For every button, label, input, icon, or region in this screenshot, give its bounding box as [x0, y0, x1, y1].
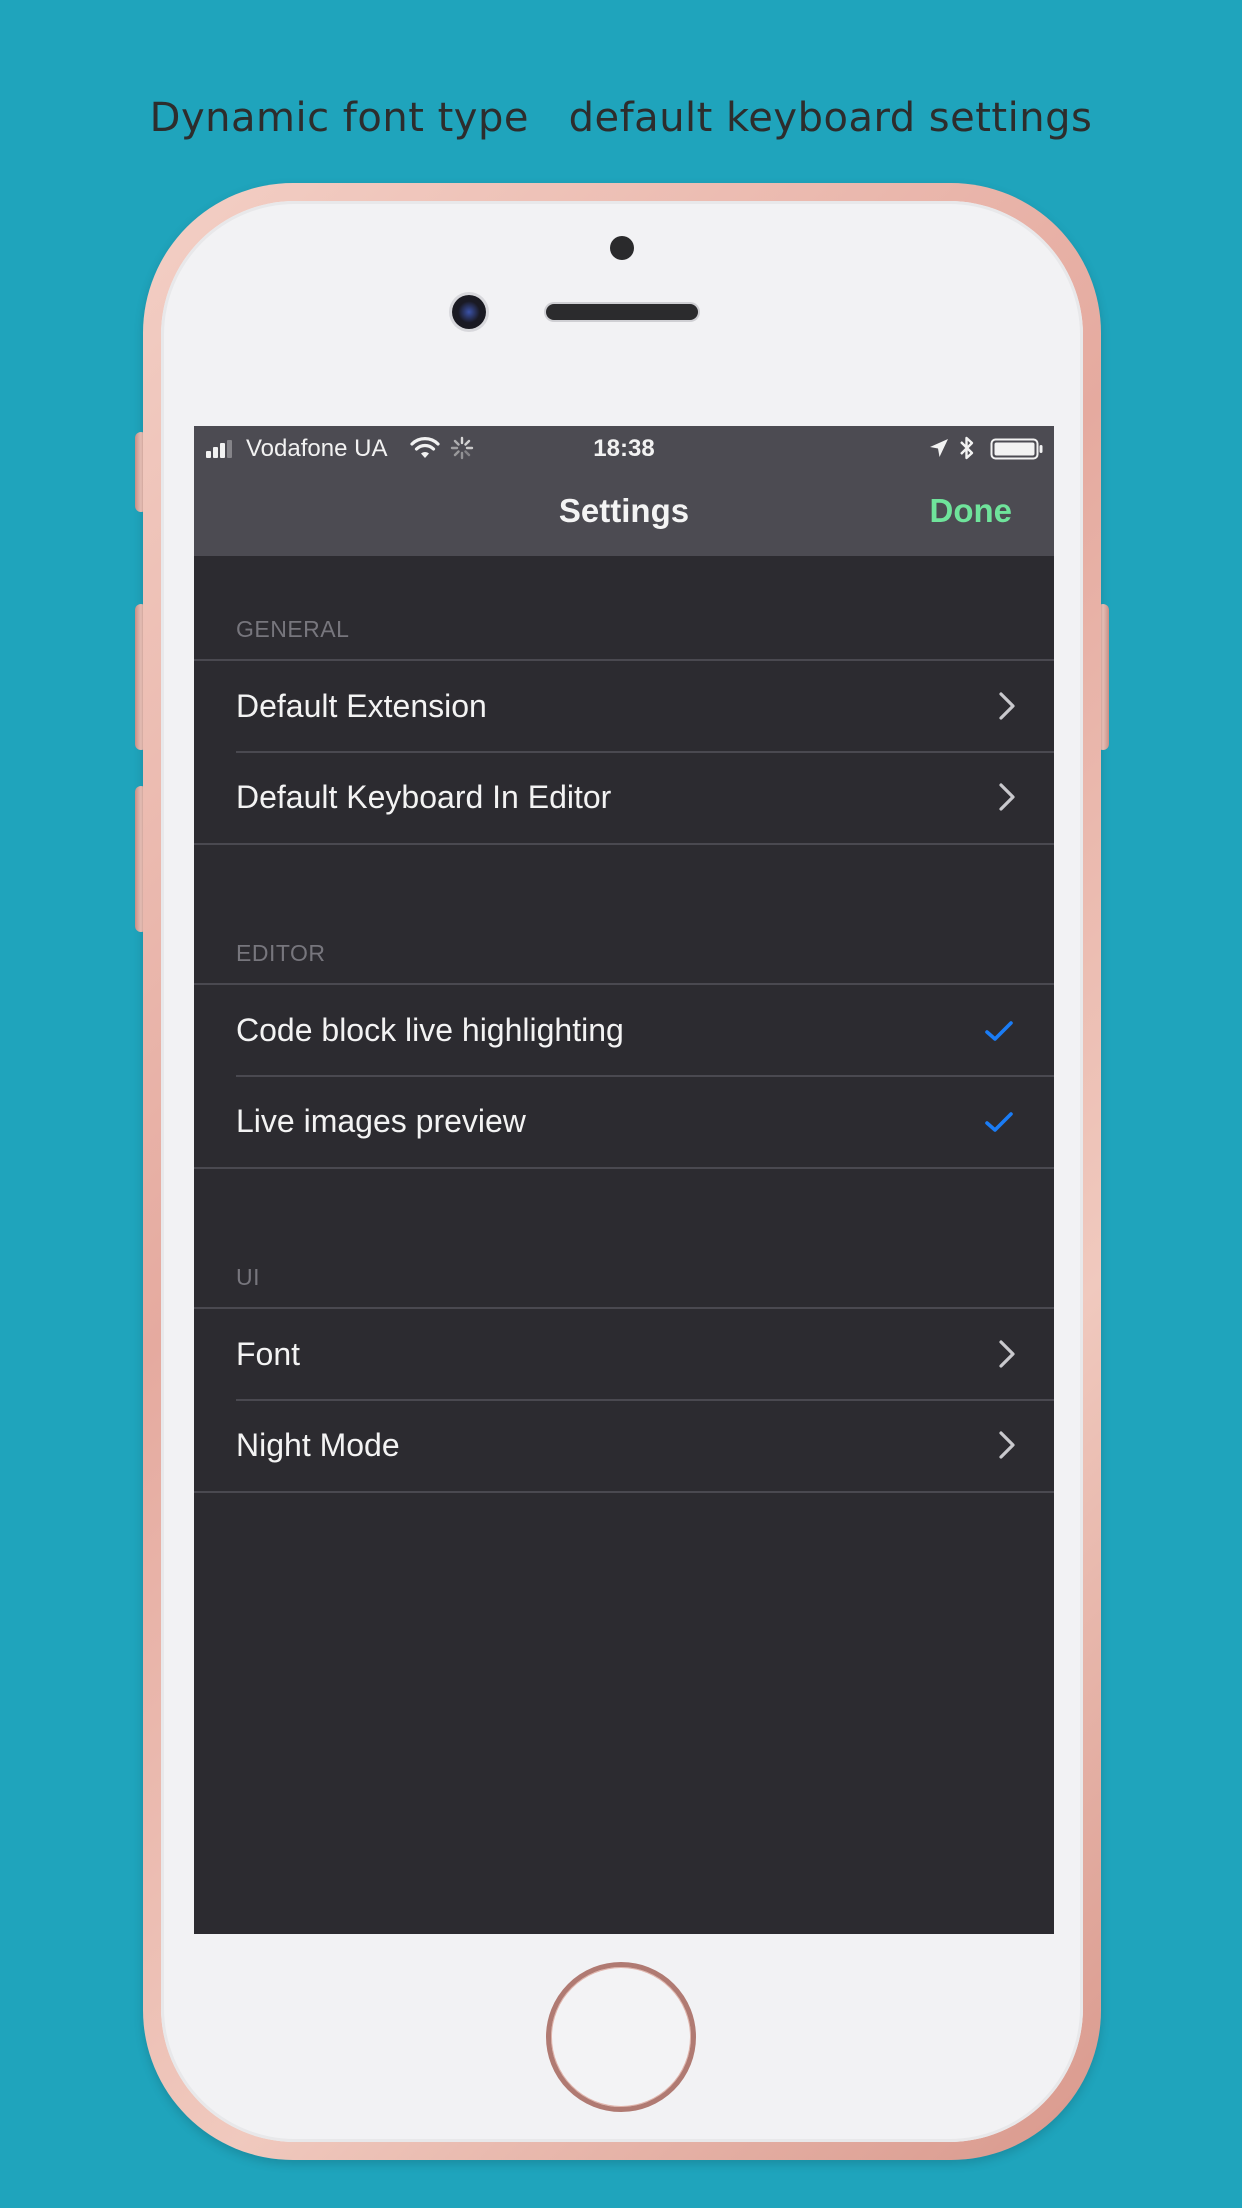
- setting-night-mode[interactable]: Night Mode: [194, 1399, 1054, 1491]
- setting-default-extension[interactable]: Default Extension: [194, 661, 1054, 752]
- setting-label: Default Keyboard In Editor: [236, 779, 612, 815]
- section-header-ui: UI: [236, 1264, 260, 1290]
- promo-caption: Dynamic font type default keyboard setti…: [149, 95, 1093, 141]
- setting-code-block-highlighting[interactable]: Code block live highlighting: [194, 985, 1054, 1076]
- location-arrow-icon: [930, 439, 948, 457]
- battery-icon: [990, 438, 1043, 460]
- chevron-right-icon: [999, 1431, 1015, 1459]
- setting-default-keyboard[interactable]: Default Keyboard In Editor: [194, 751, 1054, 843]
- proximity-sensor: [610, 236, 634, 260]
- chevron-right-icon: [999, 1340, 1015, 1368]
- section-header-general: GENERAL: [236, 616, 350, 642]
- checkmark-icon: [985, 1021, 1013, 1041]
- chevron-right-icon: [999, 692, 1015, 720]
- home-button[interactable]: [546, 1962, 696, 2112]
- earpiece-speaker: [546, 304, 698, 320]
- setting-live-images-preview[interactable]: Live images preview: [194, 1075, 1054, 1167]
- status-time: 18:38: [593, 435, 655, 462]
- app-screen: Vodafone UA 18:38 Settings Done GENERAL …: [194, 426, 1054, 1934]
- front-camera: [452, 295, 486, 329]
- checkmark-icon: [985, 1112, 1013, 1132]
- setting-label: Default Extension: [236, 688, 487, 724]
- done-button[interactable]: Done: [930, 492, 1013, 530]
- settings-group-ui: Font Night Mode: [194, 1307, 1054, 1493]
- section-header-editor: EDITOR: [236, 940, 326, 966]
- setting-label: Live images preview: [236, 1103, 526, 1139]
- navigation-bar: Settings Done: [194, 470, 1054, 556]
- status-bar: Vodafone UA 18:38: [194, 426, 1054, 470]
- setting-label: Font: [236, 1336, 301, 1372]
- setting-label: Code block live highlighting: [236, 1012, 624, 1048]
- settings-group-general: Default Extension Default Keyboard In Ed…: [194, 659, 1054, 845]
- setting-font[interactable]: Font: [194, 1309, 1054, 1400]
- setting-label: Night Mode: [236, 1427, 400, 1463]
- bluetooth-icon: [960, 436, 974, 460]
- chevron-right-icon: [999, 783, 1015, 811]
- settings-group-editor: Code block live highlighting Live images…: [194, 983, 1054, 1169]
- page-title: Settings: [558, 492, 690, 529]
